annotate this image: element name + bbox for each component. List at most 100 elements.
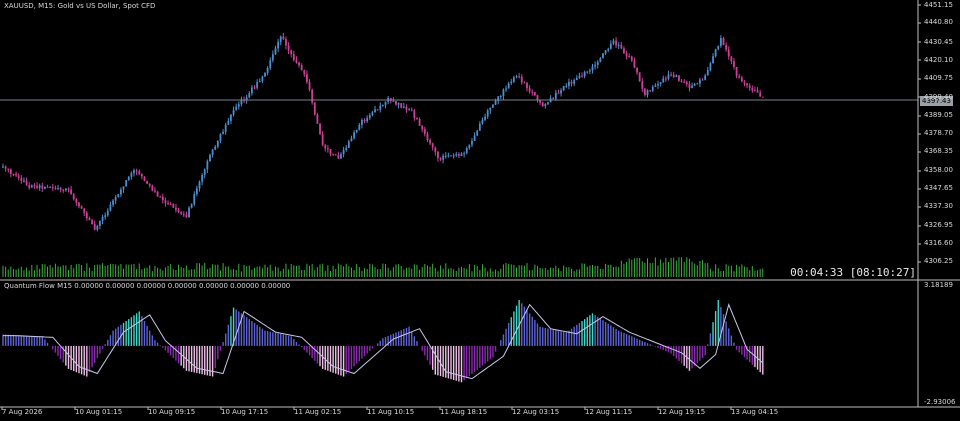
candle-body bbox=[319, 123, 321, 134]
candle-body bbox=[195, 188, 198, 195]
candle-body bbox=[727, 49, 730, 57]
candle-body bbox=[99, 220, 101, 226]
candle-body bbox=[300, 65, 303, 71]
candle-body bbox=[211, 149, 214, 155]
candle-body bbox=[104, 215, 107, 217]
candle-body bbox=[581, 75, 583, 77]
candle-body bbox=[426, 133, 429, 141]
trading-chart[interactable] bbox=[0, 0, 960, 421]
candle-body bbox=[117, 194, 120, 198]
candle-body bbox=[224, 124, 227, 132]
candle-body bbox=[237, 104, 240, 107]
candle-body bbox=[80, 206, 83, 209]
candle-body bbox=[138, 171, 141, 175]
candle-body bbox=[510, 81, 513, 84]
candle-body bbox=[735, 67, 738, 76]
candle-body bbox=[494, 101, 497, 105]
candle-body bbox=[382, 105, 384, 107]
candle-body bbox=[460, 153, 463, 156]
time-axis-label: 11 Aug 10:15 bbox=[367, 408, 415, 416]
candle-body bbox=[101, 216, 104, 221]
candle-body bbox=[740, 77, 743, 82]
candle-body bbox=[332, 153, 335, 155]
candle-body bbox=[324, 144, 327, 149]
candle-body bbox=[44, 186, 46, 189]
candle-timer: 00:04:33 [08:10:27] bbox=[790, 266, 916, 279]
candle-body bbox=[266, 68, 269, 73]
candle-body bbox=[714, 49, 717, 57]
candle-body bbox=[447, 155, 450, 157]
indicator-scale-bottom: -2.93006 bbox=[924, 398, 956, 406]
price-scale-label: 4451.15 bbox=[924, 1, 953, 9]
candle-body bbox=[667, 74, 670, 79]
price-scale-label: 4337.30 bbox=[924, 202, 953, 210]
price-scale-label: 4399.40 bbox=[924, 93, 953, 101]
candle-body bbox=[285, 39, 287, 46]
candle-body bbox=[172, 204, 175, 208]
candle-body bbox=[274, 48, 277, 55]
candle-body bbox=[560, 90, 562, 94]
candle-body bbox=[161, 196, 164, 201]
candle-body bbox=[547, 102, 549, 105]
candle-body bbox=[434, 147, 437, 152]
time-axis-label: 12 Aug 03:15 bbox=[512, 408, 560, 416]
candle-body bbox=[298, 62, 300, 66]
candle-body bbox=[363, 119, 366, 122]
price-scale-label: 4440.80 bbox=[924, 18, 953, 26]
time-axis-label: 11 Aug 02:15 bbox=[294, 408, 342, 416]
candle-body bbox=[751, 88, 754, 91]
time-axis-label: 12 Aug 11:15 bbox=[585, 408, 633, 416]
candle-body bbox=[738, 75, 741, 78]
candle-body bbox=[761, 96, 764, 98]
candle-body bbox=[583, 71, 586, 77]
candle-body bbox=[423, 129, 426, 134]
candle-body bbox=[486, 110, 489, 117]
candle-body bbox=[290, 50, 293, 54]
time-axis-label: 10 Aug 01:15 bbox=[75, 408, 123, 416]
candle-body bbox=[596, 62, 599, 65]
candle-body bbox=[20, 177, 23, 181]
candle-body bbox=[361, 119, 363, 125]
candle-body bbox=[615, 40, 617, 46]
candle-body bbox=[719, 38, 722, 46]
candle-body bbox=[379, 105, 382, 110]
candle-body bbox=[759, 92, 762, 97]
candle-body bbox=[481, 119, 484, 124]
candle-body bbox=[649, 90, 652, 92]
candle-body bbox=[127, 176, 130, 181]
candle-body bbox=[271, 54, 274, 61]
candle-body bbox=[15, 173, 17, 176]
candle-body bbox=[418, 118, 421, 126]
candle-body bbox=[675, 75, 678, 78]
candle-body bbox=[617, 44, 620, 46]
candle-body bbox=[206, 161, 209, 170]
candle-body bbox=[154, 190, 156, 192]
candle-body bbox=[72, 194, 75, 200]
time-axis-label: 11 Aug 18:15 bbox=[440, 408, 488, 416]
candle-body bbox=[712, 56, 714, 64]
candle-body bbox=[450, 155, 452, 157]
candle-body bbox=[347, 141, 350, 148]
candle-body bbox=[326, 148, 329, 150]
candle-body bbox=[444, 155, 447, 157]
candle-body bbox=[167, 203, 169, 205]
candle-body bbox=[633, 60, 636, 68]
candle-body bbox=[704, 75, 707, 80]
candle-body bbox=[586, 71, 589, 73]
symbol-title: XAUUSD, M15: Gold vs US Dollar, Spot CFD bbox=[4, 2, 156, 10]
candle-body bbox=[193, 194, 196, 205]
candle-body bbox=[395, 101, 397, 105]
price-scale-label: 4358.00 bbox=[924, 166, 953, 174]
candle-body bbox=[214, 146, 217, 150]
candle-body bbox=[683, 81, 686, 83]
price-scale-label: 4420.10 bbox=[924, 56, 953, 64]
candle-body bbox=[340, 154, 342, 159]
candle-body bbox=[12, 173, 15, 175]
candle-body bbox=[691, 85, 693, 88]
candle-body bbox=[541, 102, 544, 107]
candle-body bbox=[135, 170, 138, 172]
indicator-scale-top: 3.18189 bbox=[924, 281, 953, 289]
candle-body bbox=[36, 185, 38, 188]
candle-body bbox=[177, 209, 180, 212]
candle-body bbox=[651, 86, 654, 91]
